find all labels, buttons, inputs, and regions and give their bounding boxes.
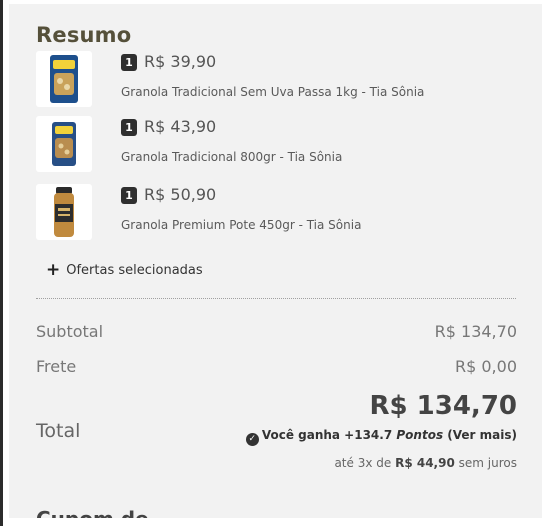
points-see-more-link[interactable]: (Ver mais) bbox=[447, 428, 517, 442]
product-image[interactable] bbox=[36, 184, 92, 240]
item-price: R$ 43,90 bbox=[144, 117, 217, 136]
points-info: ✓ Você ganha +134.7 Pontos (Ver mais) bbox=[245, 428, 517, 446]
coupon-section-heading: Cupom de bbox=[36, 507, 149, 518]
total-label: Total bbox=[36, 420, 81, 442]
total-value: R$ 134,70 bbox=[369, 391, 518, 421]
selected-offers-toggle[interactable]: + Ofertas selecionadas bbox=[46, 260, 203, 280]
quantity-badge: 1 bbox=[121, 187, 137, 204]
plus-icon: + bbox=[46, 260, 61, 280]
cart-item: 1 R$ 39,90 Granola Tradicional Sem Uva P… bbox=[36, 51, 516, 107]
installments-suffix: sem juros bbox=[458, 456, 517, 470]
item-name[interactable]: Granola Tradicional 800gr - Tia Sônia bbox=[121, 150, 342, 164]
check-circle-icon: ✓ bbox=[245, 433, 259, 446]
item-price: R$ 39,90 bbox=[144, 52, 217, 71]
subtotal-value: R$ 134,70 bbox=[434, 322, 517, 341]
quantity-badge: 1 bbox=[121, 119, 137, 136]
product-image[interactable] bbox=[36, 51, 92, 107]
shipping-label: Frete bbox=[36, 357, 77, 376]
subtotal-label: Subtotal bbox=[36, 322, 104, 341]
page-left-border bbox=[0, 0, 3, 526]
order-summary-panel: Resumo 1 R$ 39,90 Granola Tradicional Se… bbox=[9, 4, 542, 518]
points-unit: Pontos bbox=[396, 428, 444, 442]
item-name[interactable]: Granola Tradicional Sem Uva Passa 1kg - … bbox=[121, 85, 424, 99]
item-name[interactable]: Granola Premium Pote 450gr - Tia Sônia bbox=[121, 218, 361, 232]
summary-title: Resumo bbox=[36, 23, 132, 47]
selected-offers-label: Ofertas selecionadas bbox=[66, 263, 203, 278]
installments-prefix: até 3x de bbox=[334, 456, 392, 470]
item-price: R$ 50,90 bbox=[144, 185, 217, 204]
installments-amount: R$ 44,90 bbox=[395, 456, 455, 470]
points-prefix: Você ganha +134.7 bbox=[261, 428, 393, 442]
installments-info: até 3x de R$ 44,90 sem juros bbox=[334, 456, 517, 470]
quantity-badge: 1 bbox=[121, 54, 137, 71]
shipping-value: R$ 0,00 bbox=[454, 357, 517, 376]
section-divider bbox=[36, 298, 516, 299]
cart-item: 1 R$ 50,90 Granola Premium Pote 450gr - … bbox=[36, 184, 516, 240]
cart-item: 1 R$ 43,90 Granola Tradicional 800gr - T… bbox=[36, 116, 516, 172]
product-image[interactable] bbox=[36, 116, 92, 172]
